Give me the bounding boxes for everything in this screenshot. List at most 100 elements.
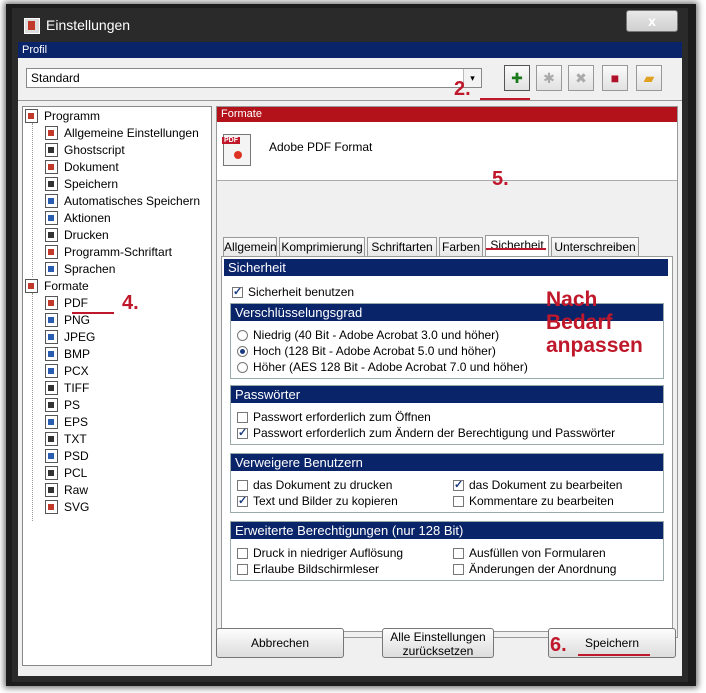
tree-item-label: Dokument (64, 160, 119, 174)
tree-item-sprachen[interactable]: Sprachen (45, 261, 115, 278)
txt-file-icon (45, 432, 58, 446)
checkbox-unchecked[interactable] (237, 548, 248, 559)
tree-item-allgemeine-einstellungen[interactable]: Allgemeine Einstellungen (45, 125, 199, 142)
tree-item-label: Automatisches Speichern (64, 194, 201, 208)
encryption-low-radio[interactable]: Niedrig (40 Bit - Adobe Acrobat 3.0 und … (237, 328, 499, 342)
tree-item-raw[interactable]: Raw (45, 482, 88, 499)
encryption-high-radio[interactable]: Hoch (128 Bit - Adobe Acrobat 5.0 und hö… (237, 344, 496, 358)
checkbox-label: Änderungen der Anordnung (469, 562, 617, 576)
checkbox-unchecked[interactable] (453, 548, 464, 559)
checkbox-unchecked[interactable] (453, 496, 464, 507)
tree-connector (32, 293, 33, 521)
tree-item-drucken[interactable]: Drucken (45, 227, 109, 244)
settings-tree[interactable]: Programm Allgemeine Einstellungen Ghosts… (22, 106, 212, 666)
encryption-higher-radio[interactable]: Höher (AES 128 Bit - Adobe Acrobat 7.0 u… (237, 360, 528, 374)
tree-item-automatisches-speichern[interactable]: Automatisches Speichern (45, 193, 200, 210)
tree-item-pdf[interactable]: PDF (45, 295, 88, 312)
tree-item-ps[interactable]: PS (45, 397, 80, 414)
app-icon (24, 18, 40, 34)
pcx-file-icon (45, 364, 58, 378)
tree-item-psd[interactable]: PSD (45, 448, 89, 465)
radio-unchecked[interactable] (237, 330, 248, 341)
deny-copy-checkbox[interactable]: Text und Bilder zu kopieren (237, 494, 398, 508)
tab-sicherheit[interactable]: Sicherheit (485, 235, 549, 257)
checkbox-label: Kommentare zu bearbeiten (469, 494, 614, 508)
ghostscript-icon (45, 143, 58, 157)
use-security-checkbox[interactable]: Sicherheit benutzen (232, 285, 354, 299)
profile-select[interactable]: Standard ▾ (26, 68, 482, 88)
deny-print-checkbox[interactable]: das Dokument zu drucken (237, 478, 392, 492)
assembly-changes-checkbox[interactable]: Änderungen der Anordnung (453, 562, 616, 576)
deny-comments-checkbox[interactable]: Kommentare zu bearbeiten (453, 494, 614, 508)
tree-connector (32, 123, 33, 277)
formats-icon (25, 279, 38, 293)
checkbox-checked[interactable] (237, 494, 248, 508)
extended-permissions-header: Erweiterte Berechtigungen (nur 128 Bit) (231, 522, 663, 539)
delete-profile-button[interactable]: ✖ (568, 65, 594, 91)
title-bar[interactable]: Einstellungen x (12, 8, 688, 42)
checkbox-checked[interactable] (232, 285, 243, 299)
checkbox-label: Druck in niedriger Auflösung (253, 546, 404, 560)
tree-item-label: PDF (64, 296, 88, 310)
tree-node-formate[interactable]: Formate (25, 278, 89, 295)
checkbox-unchecked[interactable] (237, 564, 248, 575)
tree-item-bmp[interactable]: BMP (45, 346, 90, 363)
tree-node-programm[interactable]: Programm (25, 108, 100, 125)
radio-checked[interactable] (237, 346, 248, 357)
lowres-print-checkbox[interactable]: Druck in niedriger Auflösung (237, 546, 403, 560)
tree-item-svg[interactable]: SVG (45, 499, 89, 516)
format-info: Adobe PDF Format (217, 122, 677, 181)
screen-reader-checkbox[interactable]: Erlaube Bildschirmleser (237, 562, 379, 576)
tree-item-jpeg[interactable]: JPEG (45, 329, 95, 346)
deny-users-group: Verweigere Benutzern das Dokument zu dru… (230, 453, 664, 513)
checkbox-checked[interactable] (237, 426, 248, 440)
tab-komprimierung[interactable]: Komprimierung (279, 237, 365, 256)
fill-forms-checkbox[interactable]: Ausfüllen von Formularen (453, 546, 606, 560)
open-profile-button[interactable]: ▰ (636, 65, 662, 91)
pdf-format-icon (222, 134, 251, 166)
add-profile-button[interactable]: ✚ (504, 65, 530, 91)
reset-all-settings-button[interactable]: Alle Einstellungen zurücksetzen (382, 628, 494, 658)
checkbox-label: Ausfüllen von Formularen (469, 546, 606, 560)
settings-window: Einstellungen x Profil Standard ▾ ✚ ✱ ✖ … (12, 8, 688, 682)
tab-unterschreiben[interactable]: Unterschreiben (551, 237, 639, 256)
close-button[interactable]: x (626, 10, 678, 32)
checkbox-unchecked[interactable] (237, 480, 248, 491)
passwords-group: Passwörter Passwort erforderlich zum Öff… (230, 385, 664, 445)
tree-item-txt[interactable]: TXT (45, 431, 87, 448)
save-profile-button[interactable]: ■ (602, 65, 628, 91)
tree-item-eps[interactable]: EPS (45, 414, 88, 431)
tree-item-tiff[interactable]: TIFF (45, 380, 89, 397)
checkbox-checked[interactable] (453, 478, 464, 492)
deny-edit-checkbox[interactable]: das Dokument zu bearbeiten (453, 478, 622, 492)
eps-file-icon (45, 415, 58, 429)
rename-profile-icon: ✱ (543, 70, 555, 86)
tree-item-ghostscript[interactable]: Ghostscript (45, 142, 125, 159)
psd-file-icon (45, 449, 58, 463)
tab-allgemein[interactable]: Allgemein (223, 237, 277, 256)
tree-item-label: PS (64, 398, 81, 412)
annotation-underline-4 (72, 312, 114, 314)
rename-profile-button[interactable]: ✱ (536, 65, 562, 91)
tree-item-png[interactable]: PNG (45, 312, 90, 329)
annotation-underline-6 (578, 654, 650, 656)
tree-item-speichern[interactable]: Speichern (45, 176, 118, 193)
tree-item-aktionen[interactable]: Aktionen (45, 210, 111, 227)
tree-item-programm-schriftart[interactable]: Programm-Schriftart (45, 244, 172, 261)
checkbox-unchecked[interactable] (453, 564, 464, 575)
password-change-checkbox[interactable]: Passwort erforderlich zum Ändern der Ber… (237, 426, 615, 440)
cancel-button[interactable]: Abbrechen (216, 628, 344, 658)
printer-icon (45, 228, 58, 242)
annotation-step-2: 2. (454, 78, 471, 100)
tree-item-label: BMP (64, 347, 91, 361)
password-open-checkbox[interactable]: Passwort erforderlich zum Öffnen (237, 410, 431, 424)
actions-icon (45, 211, 58, 225)
tree-item-pcx[interactable]: PCX (45, 363, 89, 380)
tab-schriftarten[interactable]: Schriftarten (367, 237, 437, 256)
tree-item-pcl[interactable]: PCL (45, 465, 87, 482)
checkbox-unchecked[interactable] (237, 412, 248, 423)
tab-farben[interactable]: Farben (439, 237, 483, 256)
checkbox-label: Passwort erforderlich zum Ändern der Ber… (253, 426, 616, 440)
radio-unchecked[interactable] (237, 362, 248, 373)
tree-item-dokument[interactable]: Dokument (45, 159, 119, 176)
